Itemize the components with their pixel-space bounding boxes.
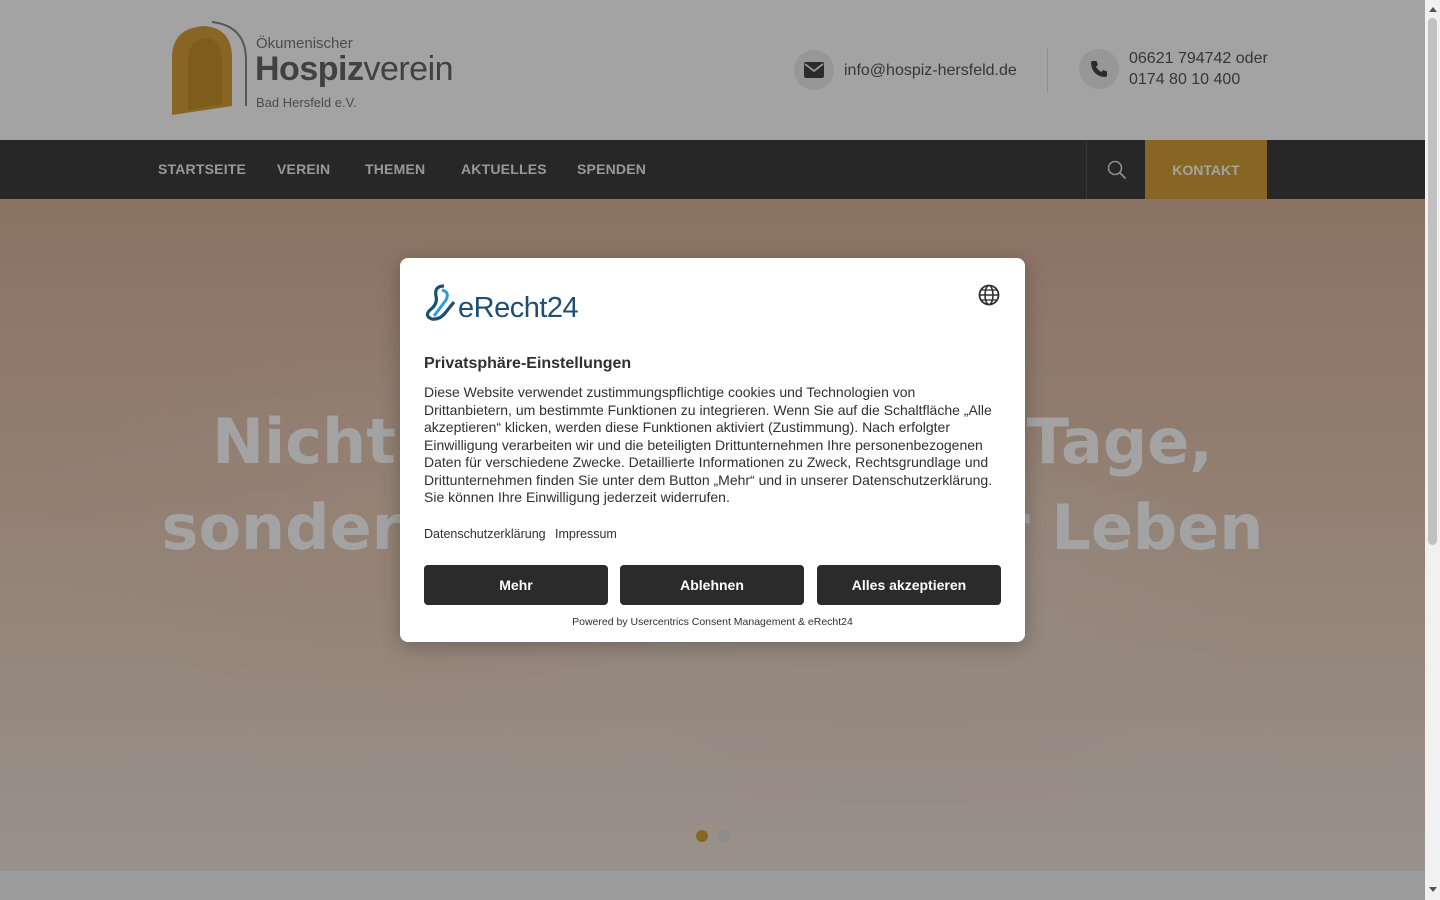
page: Ökumenischer Hospizverein Bad Hersfeld e… — [0, 0, 1425, 900]
scrollbar-thumb[interactable] — [1428, 18, 1437, 545]
erecht24-logo: eRecht24 — [424, 282, 604, 324]
consent-text: Diese Website verwendet zustimmungspflic… — [424, 384, 993, 505]
scroll-up-icon[interactable] — [1429, 7, 1437, 12]
erecht24-wordmark: eRecht24 — [458, 292, 579, 324]
decline-button[interactable]: Ablehnen — [620, 565, 804, 605]
page-scrollbar[interactable] — [1425, 0, 1440, 900]
scroll-down-icon[interactable] — [1429, 887, 1437, 892]
globe-icon[interactable] — [978, 284, 1000, 311]
consent-dialog: eRecht24 Privatsphäre-Einstellungen Dies… — [400, 258, 1025, 642]
privacy-policy-link[interactable]: Datenschutzerklärung — [424, 527, 546, 541]
powered-by-text: Powered by Usercentrics Consent Manageme… — [572, 616, 853, 628]
imprint-link[interactable]: Impressum — [555, 527, 617, 541]
accept-all-button[interactable]: Alles akzeptieren — [817, 565, 1001, 605]
consent-title: Privatsphäre-Einstellungen — [424, 355, 632, 372]
erecht24-mark-icon — [425, 284, 456, 321]
more-button[interactable]: Mehr — [424, 565, 608, 605]
